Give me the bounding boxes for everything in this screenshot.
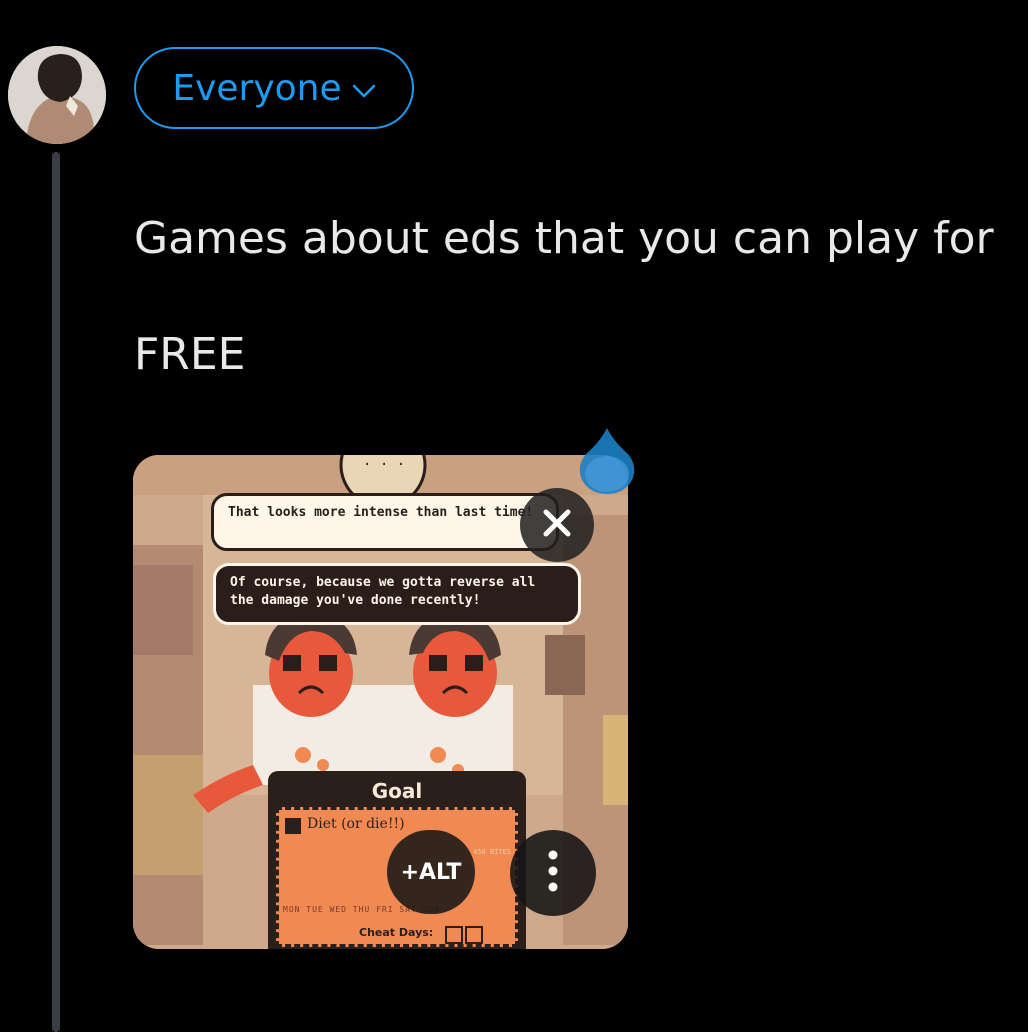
thread-connector-line xyxy=(52,152,60,1032)
audience-label: Everyone xyxy=(172,67,342,109)
water-drop-icon xyxy=(576,424,638,496)
media-more-options-button[interactable] xyxy=(510,830,596,916)
add-alt-text-button[interactable]: +ALT xyxy=(387,830,475,914)
speech-bubble: That looks more intense than last time! xyxy=(211,493,559,551)
cheat-day-box xyxy=(465,926,483,944)
goal-title: Goal xyxy=(371,779,423,803)
speech-bubble: Of course, because we gotta reverse all … xyxy=(213,563,581,625)
week-days-label: MON TUE WED THU FRI SAT SUN xyxy=(283,905,441,914)
cheat-day-box xyxy=(445,926,463,944)
checkbox-icon xyxy=(285,818,301,834)
chevron-down-icon xyxy=(352,83,376,99)
cheat-days-label: Cheat Days: xyxy=(359,926,434,939)
diet-label: Diet (or die!!) xyxy=(307,816,405,832)
audience-selector-button[interactable]: Everyone xyxy=(134,47,414,129)
tweet-text-line: Games about eds that you can play for xyxy=(134,213,994,264)
tweet-text-line: FREE xyxy=(134,329,246,380)
close-icon xyxy=(541,507,573,543)
remove-media-button[interactable] xyxy=(520,488,594,562)
more-vertical-icon xyxy=(547,849,559,897)
svg-text:· · ·: · · · xyxy=(363,457,405,473)
bites-label: 450 BITES xyxy=(473,848,511,856)
user-avatar[interactable] xyxy=(8,46,106,144)
